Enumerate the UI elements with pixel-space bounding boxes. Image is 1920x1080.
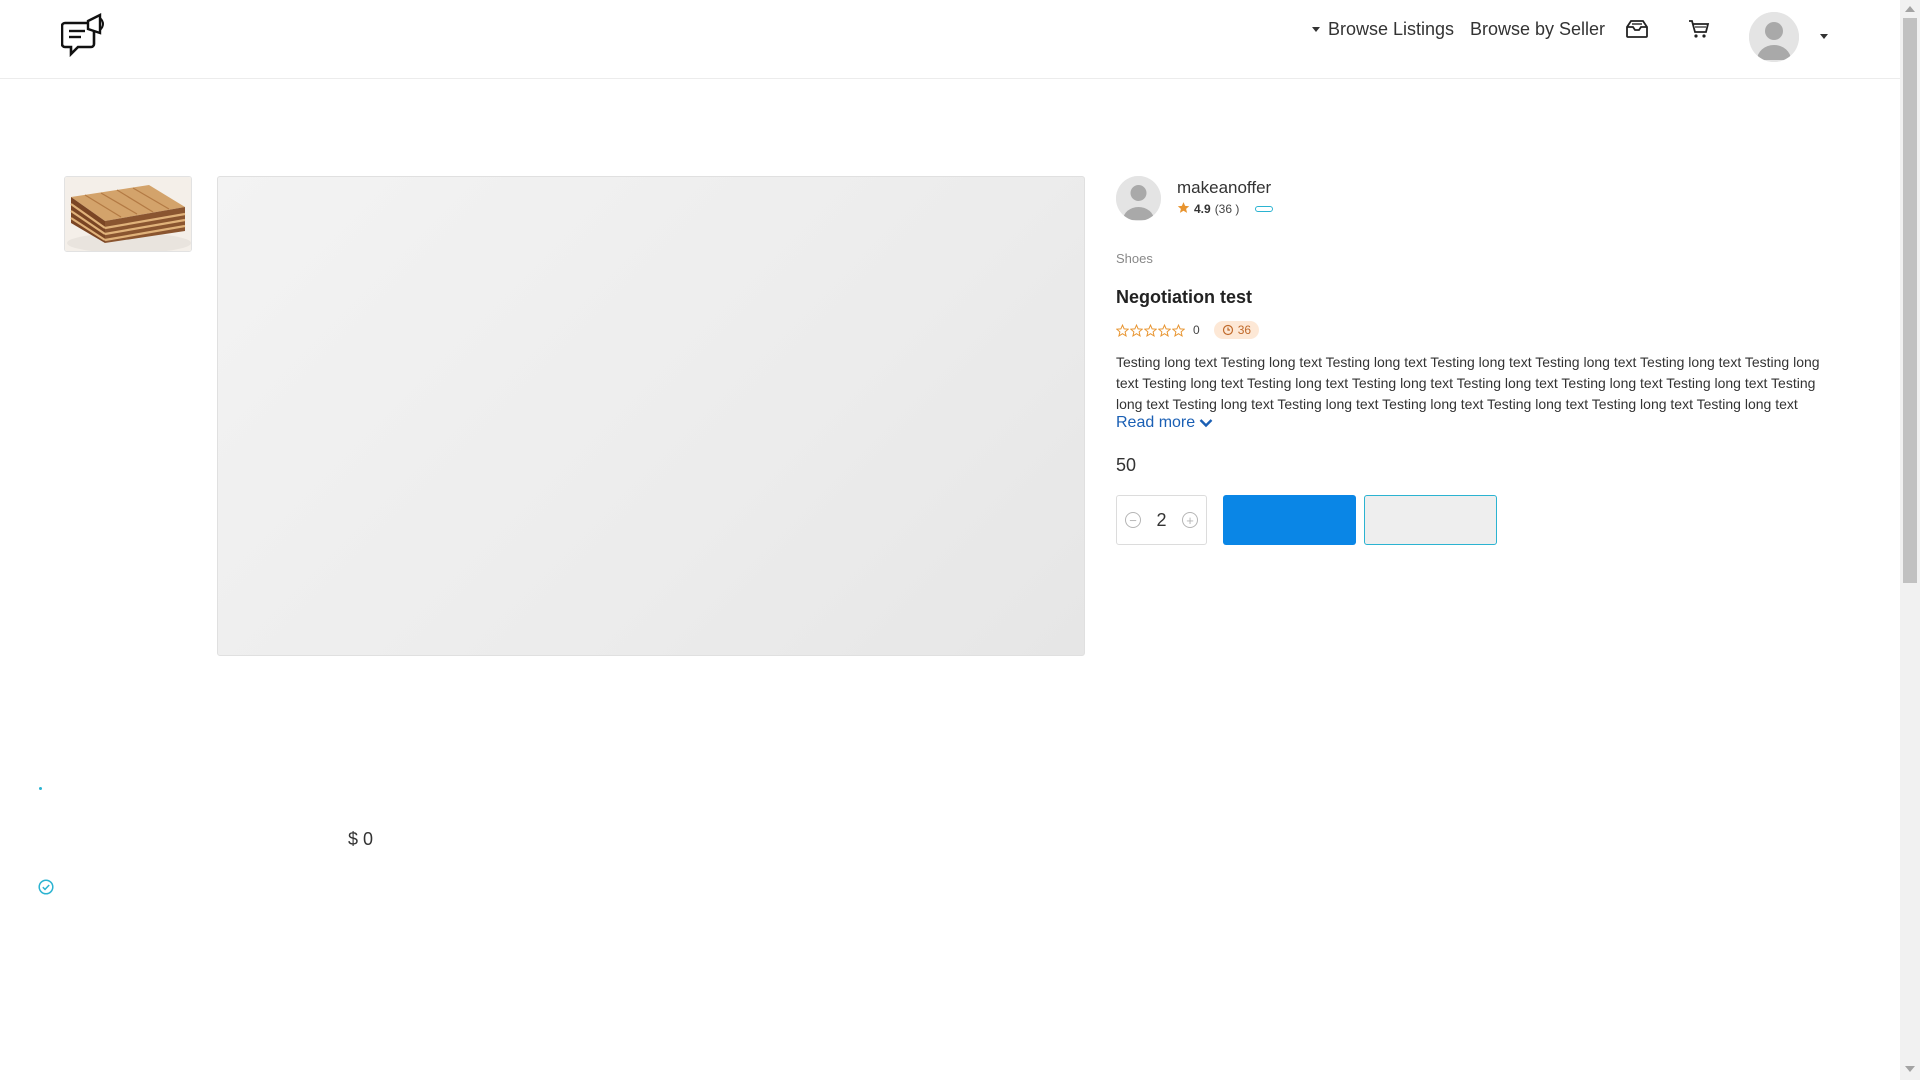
star-outline-icon: [1172, 323, 1185, 337]
scrollbar-thumb[interactable]: [1903, 18, 1917, 583]
star-outline-icon: [1144, 323, 1157, 337]
seller-rating: 4.9 (36 ): [1177, 201, 1274, 217]
logo-chat-megaphone-icon[interactable]: [60, 13, 111, 65]
time-badge: 36: [1213, 321, 1260, 339]
quantity-stepper: − +: [1116, 495, 1207, 545]
plus-circle-icon[interactable]: +: [1182, 512, 1198, 528]
scroll-down-arrow-icon[interactable]: [1905, 1066, 1915, 1072]
minus-circle-icon[interactable]: −: [1125, 512, 1141, 528]
star-outline-icon: [1158, 323, 1171, 337]
top-header: Browse Listings Browse by Seller: [0, 0, 1900, 79]
user-menu-caret-icon[interactable]: [1820, 34, 1828, 39]
clock-icon: [1222, 324, 1233, 336]
nav-browse-by-seller-label: Browse by Seller: [1470, 18, 1606, 39]
secondary-action-button[interactable]: [1364, 495, 1497, 545]
nav-browse-by-seller[interactable]: Browse by Seller: [1470, 16, 1605, 42]
listing-category[interactable]: Shoes: [1116, 251, 1153, 266]
time-badge-value: 36: [1237, 323, 1252, 337]
listing-price: 50: [1116, 455, 1137, 475]
star-outline-icon: [1116, 323, 1129, 337]
listing-rating-row: 0 36: [1116, 321, 1260, 339]
listing-description: Testing long text Testing long text Test…: [1116, 354, 1820, 412]
page-scrollbar[interactable]: [1900, 0, 1920, 1080]
main-product-image[interactable]: [217, 176, 1085, 656]
star-filled-icon: [1177, 201, 1190, 217]
listing-rating-count: 0: [1193, 323, 1200, 337]
nav-browse-listings[interactable]: Browse Listings: [1312, 16, 1454, 42]
seller-status-badge: [1255, 206, 1274, 212]
nav-browse-listings-label: Browse Listings: [1328, 18, 1455, 39]
seller-rating-score: 4.9: [1194, 202, 1211, 216]
gallery-thumbnail[interactable]: [64, 176, 192, 252]
scroll-up-arrow-icon[interactable]: [1905, 6, 1915, 12]
total-amount: $ 0: [348, 829, 374, 849]
star-outline-icon: [1130, 323, 1143, 337]
listing-title: Negotiation test: [1116, 287, 1253, 307]
check-circle-icon[interactable]: [38, 879, 54, 895]
seller-name[interactable]: makeanoffer: [1177, 178, 1271, 198]
caret-down-icon: [1312, 26, 1320, 32]
listing-star-rating[interactable]: [1116, 323, 1185, 337]
seller-avatar[interactable]: [1116, 176, 1161, 221]
seller-review-count: (36 ): [1214, 202, 1240, 216]
status-dot: [39, 787, 42, 790]
user-avatar-icon[interactable]: [1749, 12, 1799, 62]
chevron-down-icon: [1199, 419, 1213, 428]
primary-action-button[interactable]: [1223, 495, 1356, 545]
quantity-input[interactable]: [1147, 509, 1176, 531]
read-more-label: Read more: [1116, 414, 1196, 431]
cart-icon[interactable]: [1684, 16, 1714, 42]
inbox-tray-icon[interactable]: [1622, 16, 1652, 42]
read-more-link[interactable]: Read more: [1116, 414, 1213, 432]
